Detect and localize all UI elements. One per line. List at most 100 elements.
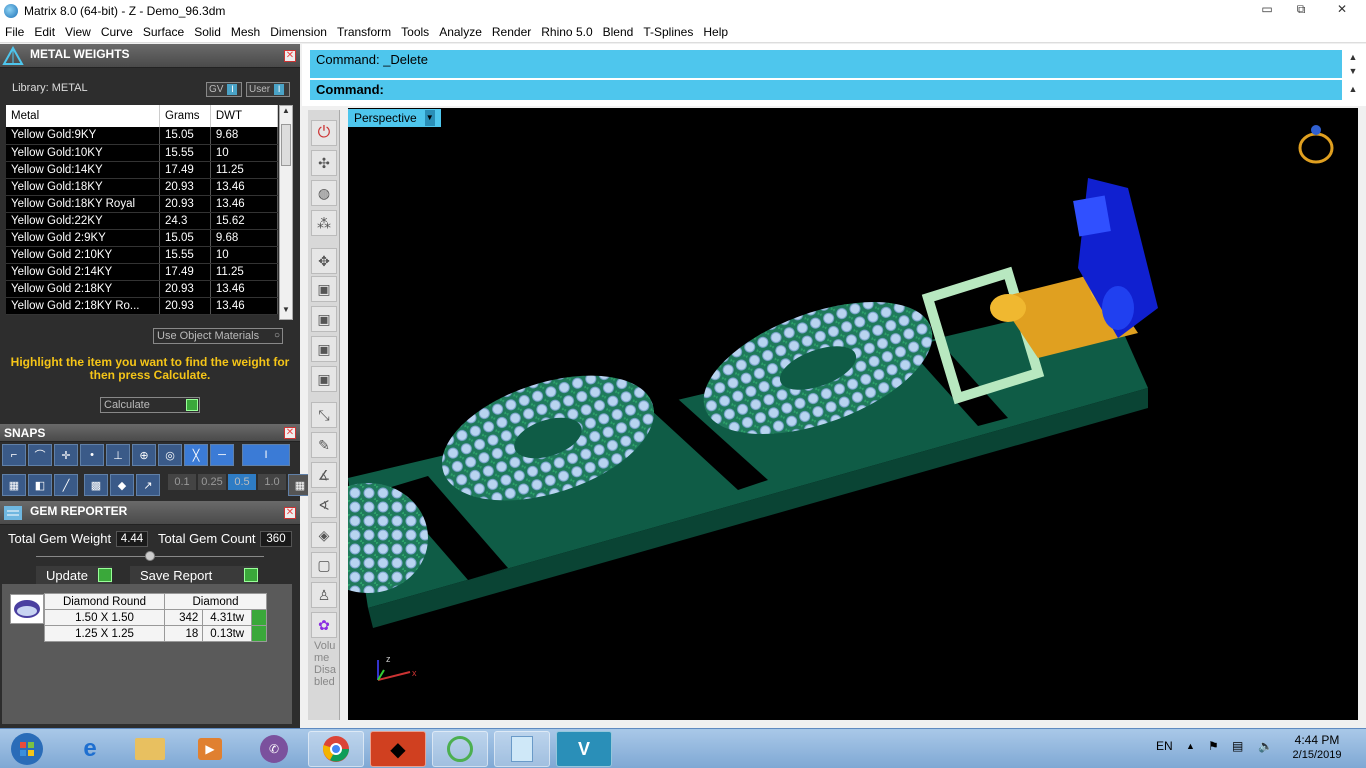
table-row[interactable]: Yellow Gold 2:18KY 20.93 13.46: [6, 280, 279, 298]
tolerance-1-0[interactable]: 1.0: [258, 474, 286, 490]
menu-blend[interactable]: Blend: [598, 25, 639, 39]
tolerance-0-25[interactable]: 0.25: [198, 474, 226, 490]
grid-snap-icon[interactable]: ▦: [2, 474, 26, 496]
tolerance-0-5[interactable]: 0.5: [228, 474, 256, 490]
project-icon[interactable]: ▩: [84, 474, 108, 496]
calculate-button[interactable]: Calculate: [100, 397, 200, 413]
snap-end-icon[interactable]: ⌐: [2, 444, 26, 466]
table-row[interactable]: Yellow Gold 2:10KY 15.55 10: [6, 246, 279, 264]
stone-icon[interactable]: ◈: [311, 522, 337, 548]
nodes-icon[interactable]: ⁂: [311, 210, 337, 236]
scroll-up-icon[interactable]: ▲: [1346, 84, 1360, 98]
box-icon[interactable]: ▣: [311, 336, 337, 362]
select-gem-icon[interactable]: [251, 609, 267, 626]
menu-rhino[interactable]: Rhino 5.0: [536, 25, 597, 39]
metal-table-scrollbar[interactable]: ▲ ▼: [279, 105, 293, 320]
update-button[interactable]: Update: [36, 566, 112, 584]
snap-mid-icon[interactable]: •: [80, 444, 104, 466]
menu-surface[interactable]: Surface: [138, 25, 189, 39]
scroll-up-icon[interactable]: ▲: [280, 106, 292, 120]
snap-quad-icon[interactable]: ─: [210, 444, 234, 466]
viber-icon[interactable]: ✆: [246, 731, 302, 767]
table-row[interactable]: Yellow Gold:18KY 20.93 13.46: [6, 178, 279, 196]
tolerance-0-1[interactable]: 0.1: [168, 474, 196, 490]
table-row[interactable]: 1.50 X 1.50 342 4.31tw: [44, 609, 267, 626]
notepad-icon[interactable]: [494, 731, 550, 767]
planar-icon[interactable]: ╱: [54, 474, 78, 496]
user-toggle[interactable]: User I: [246, 82, 290, 97]
scroll-thumb[interactable]: [281, 124, 291, 166]
save-report-button[interactable]: Save Report: [130, 566, 258, 584]
menu-edit[interactable]: Edit: [29, 25, 60, 39]
close-button[interactable]: ✕: [1318, 0, 1366, 18]
slider-handle[interactable]: [145, 551, 155, 561]
chevron-down-icon[interactable]: ▼: [424, 110, 435, 126]
perspective-viewport[interactable]: z x: [348, 108, 1358, 720]
app-icon-green[interactable]: [432, 731, 488, 767]
table-row[interactable]: Yellow Gold:10KY 15.55 10: [6, 144, 279, 162]
scroll-down-icon[interactable]: ▼: [280, 305, 292, 319]
frame-icon[interactable]: ▢: [311, 552, 337, 578]
snap-int-icon[interactable]: ╳: [184, 444, 208, 466]
menu-view[interactable]: View: [60, 25, 96, 39]
box-icon[interactable]: ▣: [311, 276, 337, 302]
snap-cen-icon[interactable]: ◎: [158, 444, 182, 466]
select-gem-icon[interactable]: [251, 625, 267, 642]
power-icon[interactable]: ⏻: [311, 120, 337, 146]
tray-expand-icon[interactable]: ▲: [1186, 741, 1195, 751]
figure-icon[interactable]: ♙: [311, 582, 337, 608]
menu-curve[interactable]: Curve: [96, 25, 138, 39]
maximize-button[interactable]: ⧉: [1284, 0, 1318, 18]
ie-icon[interactable]: e: [62, 731, 118, 767]
table-row[interactable]: Yellow Gold:18KY Royal 20.93 13.46: [6, 195, 279, 213]
menu-tsplines[interactable]: T-Splines: [638, 25, 698, 39]
menu-analyze[interactable]: Analyze: [434, 25, 487, 39]
scale-icon[interactable]: ⤡: [311, 402, 337, 428]
propeller-icon[interactable]: ✣: [311, 150, 337, 176]
globe-icon[interactable]: ◍: [311, 180, 337, 206]
brush-icon[interactable]: ✎: [311, 432, 337, 458]
action-center-icon[interactable]: ⚑: [1208, 739, 1219, 753]
minimize-button[interactable]: ▭: [1250, 0, 1284, 18]
move-icon[interactable]: ✥: [311, 248, 337, 274]
angle-r-icon[interactable]: ∢: [311, 492, 337, 518]
menu-tools[interactable]: Tools: [396, 25, 434, 39]
column-header-grams[interactable]: Grams: [159, 105, 211, 127]
table-row[interactable]: Yellow Gold:22KY 24.3 15.62: [6, 212, 279, 230]
angle-off-icon[interactable]: ∡: [311, 462, 337, 488]
smarttrack-icon[interactable]: ◆: [110, 474, 134, 496]
snap-tan-icon[interactable]: ⊕: [132, 444, 156, 466]
media-player-icon[interactable]: ▶: [182, 731, 238, 767]
menu-render[interactable]: Render: [487, 25, 536, 39]
gumball-icon[interactable]: ↗: [136, 474, 160, 496]
scroll-up-icon[interactable]: ▲: [1346, 52, 1360, 66]
close-icon[interactable]: ✕: [284, 427, 296, 439]
box-icon[interactable]: ▣: [311, 366, 337, 392]
vray-icon[interactable]: V: [556, 731, 612, 767]
menu-solid[interactable]: Solid: [189, 25, 226, 39]
matrix-app-icon[interactable]: ◆: [370, 731, 426, 767]
table-row[interactable]: Yellow Gold:14KY 17.49 11.25: [6, 161, 279, 179]
gv-toggle[interactable]: GV I: [206, 82, 242, 97]
column-header-dwt[interactable]: DWT: [210, 105, 279, 127]
network-icon[interactable]: ▤: [1232, 739, 1243, 753]
ortho-icon[interactable]: ◧: [28, 474, 52, 496]
close-icon[interactable]: ✕: [284, 507, 296, 519]
language-indicator[interactable]: EN: [1156, 739, 1173, 753]
start-button[interactable]: [0, 731, 54, 767]
clock[interactable]: 4:44 PM 2/15/2019: [1292, 733, 1342, 761]
table-row[interactable]: Yellow Gold 2:18KY Ro... 20.93 13.46: [6, 297, 279, 315]
snap-toggle-icon[interactable]: I: [242, 444, 290, 466]
snap-perp-icon[interactable]: ⊥: [106, 444, 130, 466]
menu-dimension[interactable]: Dimension: [265, 25, 332, 39]
scroll-down-icon[interactable]: ▼: [1346, 66, 1360, 80]
menu-help[interactable]: Help: [698, 25, 733, 39]
menu-file[interactable]: File: [0, 25, 29, 39]
chrome-icon[interactable]: [308, 731, 364, 767]
menu-transform[interactable]: Transform: [332, 25, 396, 39]
use-object-materials-toggle[interactable]: Use Object Materials ○: [153, 328, 283, 344]
viewport-label[interactable]: Perspective ▼: [348, 109, 441, 127]
snap-near-icon[interactable]: ⌒: [28, 444, 52, 466]
column-header-metal[interactable]: Metal: [6, 105, 161, 127]
close-icon[interactable]: ✕: [284, 50, 296, 62]
